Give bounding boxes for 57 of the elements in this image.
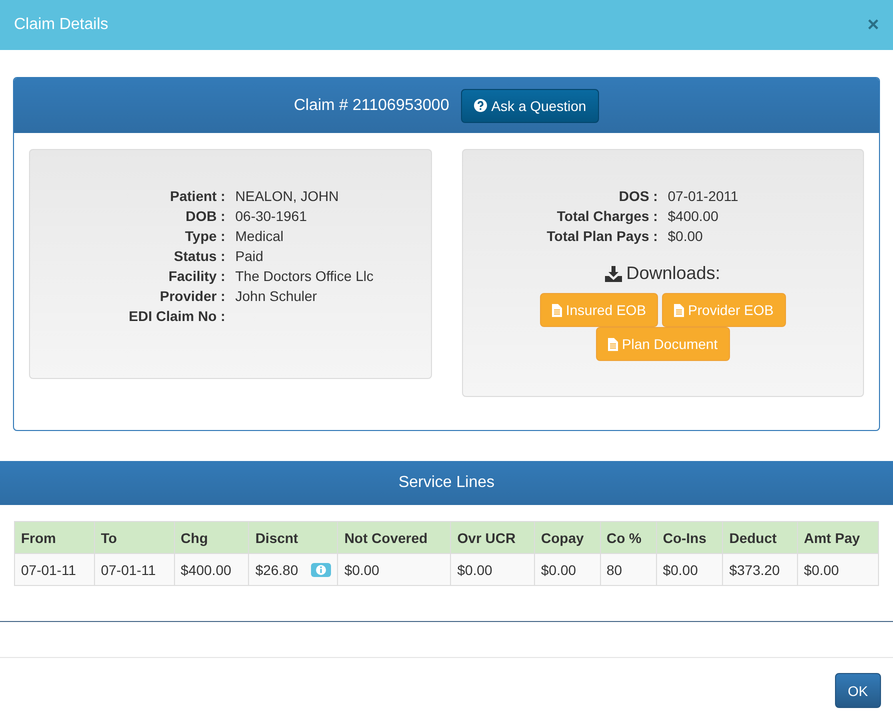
field-label: Patient : [169,187,226,206]
field-label: Provider : [158,287,226,306]
field-value: The Doctors Office Llc [235,267,374,286]
table-cell: $0.00 [450,554,535,586]
dialog-title: Claim Details [14,16,108,34]
field-label: DOB : [184,207,226,226]
claim-number: Claim # 21106953000 [294,96,450,114]
ok-button[interactable]: OK [834,673,881,708]
question-icon [474,99,488,112]
table-cell: $373.20 [722,554,798,586]
column-header: Copay [534,522,600,554]
info-icon[interactable] [311,562,332,576]
field-label: Facility : [167,267,226,286]
table-cell: 80 [600,554,656,586]
field-value: 06-30-1961 [235,207,308,226]
column-header: Deduct [722,522,798,554]
field-label: DOS : [618,187,658,206]
table-cell: $400.00 [174,554,249,586]
table-cell: $0.00 [534,554,600,586]
table-cell: $0.00 [338,554,451,586]
document-icon [608,338,618,350]
table-cell: $0.00 [656,554,723,586]
field-value: $400.00 [668,207,720,226]
column-header: Discnt [248,522,338,554]
column-header: Ovr UCR [450,522,535,554]
download-button[interactable]: Provider EOB [662,293,786,327]
table-cell: $0.00 [797,554,878,586]
field-label: EDI Claim No : [128,307,226,326]
download-button[interactable]: Plan Document [596,327,730,361]
table-cell: 07-01-11 [14,554,94,586]
field-value: NEALON, JOHN [235,187,340,206]
field-label: Total Charges : [556,207,658,226]
downloads-heading: Downloads: [626,263,720,284]
column-header: Amt Pay [797,522,878,554]
field-value: John Schuler [235,287,318,306]
field-label: Status : [172,247,226,266]
field-value: Medical [235,227,284,246]
close-button[interactable]: × [867,14,879,36]
column-header: Chg [174,522,249,554]
column-header: Co-Ins [656,522,723,554]
column-header: To [94,522,174,554]
field-label: Total Plan Pays : [546,227,658,246]
field-value: 07-01-2011 [668,187,740,206]
download-icon [605,266,622,282]
document-icon [674,304,684,316]
table-cell: $26.80 [255,562,298,578]
table-cell: 07-01-11 [94,554,174,586]
document-icon [552,304,562,316]
field-value: Paid [235,247,264,266]
field-label: Type : [184,227,226,246]
column-header: From [14,522,94,554]
download-button[interactable]: Insured EOB [540,293,658,327]
section-title: Service Lines [398,474,495,492]
column-header: Co % [600,522,656,554]
ask-question-button[interactable]: Ask a Question [461,88,600,122]
column-header: Not Covered [338,522,451,554]
field-value: $0.00 [668,227,704,246]
